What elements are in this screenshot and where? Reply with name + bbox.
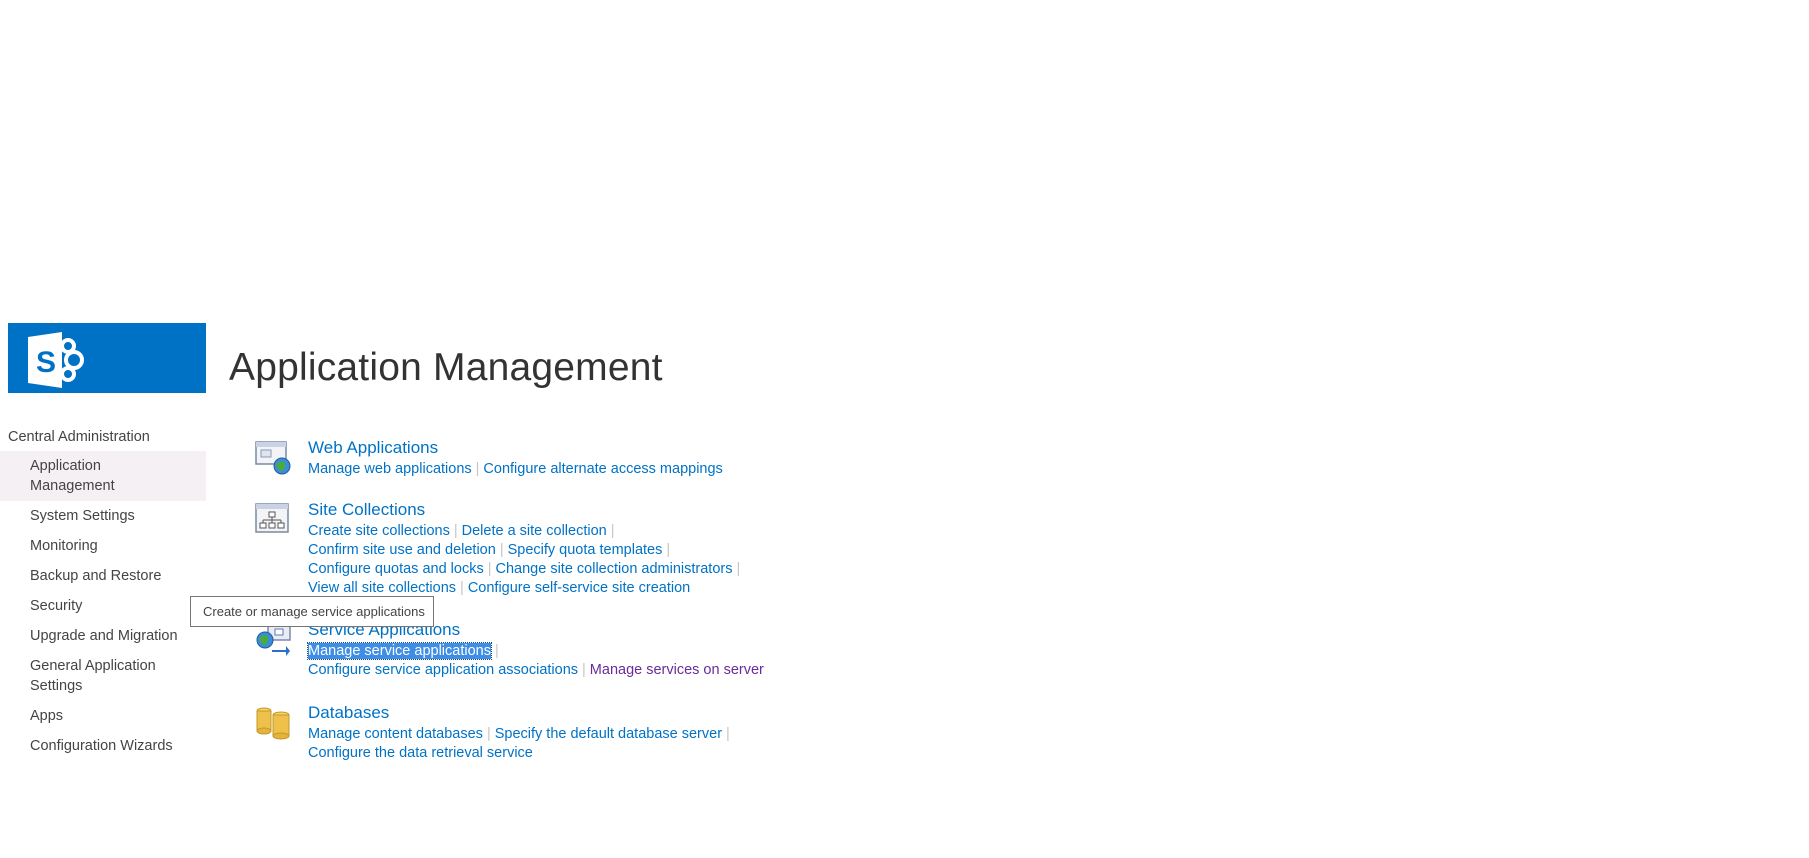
nav-item-label-line: General Application bbox=[30, 658, 156, 674]
nav-item-general-application-settings[interactable]: General Application Settings bbox=[0, 651, 206, 701]
delete-site-collection-link[interactable]: Delete a site collection bbox=[462, 523, 607, 539]
link-separator: | bbox=[487, 561, 492, 577]
svg-text:S: S bbox=[36, 346, 56, 379]
link-separator: | bbox=[499, 542, 504, 558]
section-heading[interactable]: Site Collections bbox=[308, 500, 425, 520]
link-separator: | bbox=[666, 542, 671, 558]
link-separator: | bbox=[460, 580, 464, 596]
nav-item-configuration-wizards[interactable]: Configuration Wizards bbox=[0, 731, 206, 761]
site-collections-icon[interactable] bbox=[254, 500, 292, 538]
web-applications-icon[interactable] bbox=[254, 438, 292, 476]
specify-quota-templates-link[interactable]: Specify quota templates bbox=[508, 542, 663, 558]
link-separator: | bbox=[475, 461, 480, 477]
link-separator: | bbox=[582, 662, 586, 678]
confirm-site-use-and-deletion-link[interactable]: Confirm site use and deletion bbox=[308, 542, 496, 558]
nav-item-security[interactable]: Security bbox=[0, 591, 206, 621]
configure-data-retrieval-service-link[interactable]: Configure the data retrieval service bbox=[308, 745, 533, 761]
link-separator: | bbox=[453, 523, 458, 539]
nav-central-administration[interactable]: Central Administration bbox=[0, 423, 206, 451]
databases-icon[interactable] bbox=[254, 703, 292, 741]
nav-item-label-line: Application bbox=[30, 458, 101, 474]
nav-item-label-line: Management bbox=[30, 478, 115, 494]
configure-service-application-associations-link[interactable]: Configure service application associatio… bbox=[308, 662, 578, 678]
link-separator: | bbox=[736, 561, 741, 577]
nav-item-monitoring[interactable]: Monitoring bbox=[0, 531, 206, 561]
configure-alternate-access-mappings-link[interactable]: Configure alternate access mappings bbox=[483, 461, 722, 477]
link-separator: | bbox=[610, 523, 615, 539]
manage-service-applications-link[interactable]: Manage service applications bbox=[307, 642, 492, 660]
change-site-collection-administrators-link[interactable]: Change site collection administrators bbox=[496, 561, 733, 577]
manage-services-on-server-link[interactable]: Manage services on server bbox=[590, 662, 764, 678]
view-all-site-collections-link[interactable]: View all site collections bbox=[308, 580, 456, 596]
nav-item-apps[interactable]: Apps bbox=[0, 701, 206, 731]
link-separator: | bbox=[726, 726, 730, 742]
create-site-collections-link[interactable]: Create site collections bbox=[308, 523, 450, 539]
link-separator: | bbox=[486, 726, 491, 742]
nav-item-backup-and-restore[interactable]: Backup and Restore bbox=[0, 561, 206, 591]
link-separator: | bbox=[494, 643, 499, 659]
quick-launch-nav: Central Administration Application Manag… bbox=[0, 423, 206, 761]
section-heading[interactable]: Databases bbox=[308, 703, 389, 723]
manage-web-applications-link[interactable]: Manage web applications bbox=[308, 461, 472, 477]
nav-item-upgrade-and-migration[interactable]: Upgrade and Migration bbox=[0, 621, 206, 651]
sharepoint-logo[interactable]: S bbox=[8, 323, 206, 393]
nav-item-system-settings[interactable]: System Settings bbox=[0, 501, 206, 531]
nav-item-label-line: Settings bbox=[30, 678, 83, 694]
page-title: Application Management bbox=[229, 346, 663, 389]
tooltip: Create or manage service applications bbox=[190, 596, 434, 627]
specify-default-database-server-link[interactable]: Specify the default database server bbox=[495, 726, 722, 742]
configure-self-service-site-creation-link[interactable]: Configure self-service site creation bbox=[468, 580, 690, 596]
nav-item-application-management[interactable]: Application Management bbox=[0, 451, 206, 501]
configure-quotas-and-locks-link[interactable]: Configure quotas and locks bbox=[308, 561, 484, 577]
section-heading[interactable]: Web Applications bbox=[308, 438, 438, 458]
sharepoint-logo-icon: S bbox=[28, 332, 84, 388]
manage-content-databases-link[interactable]: Manage content databases bbox=[308, 726, 483, 742]
